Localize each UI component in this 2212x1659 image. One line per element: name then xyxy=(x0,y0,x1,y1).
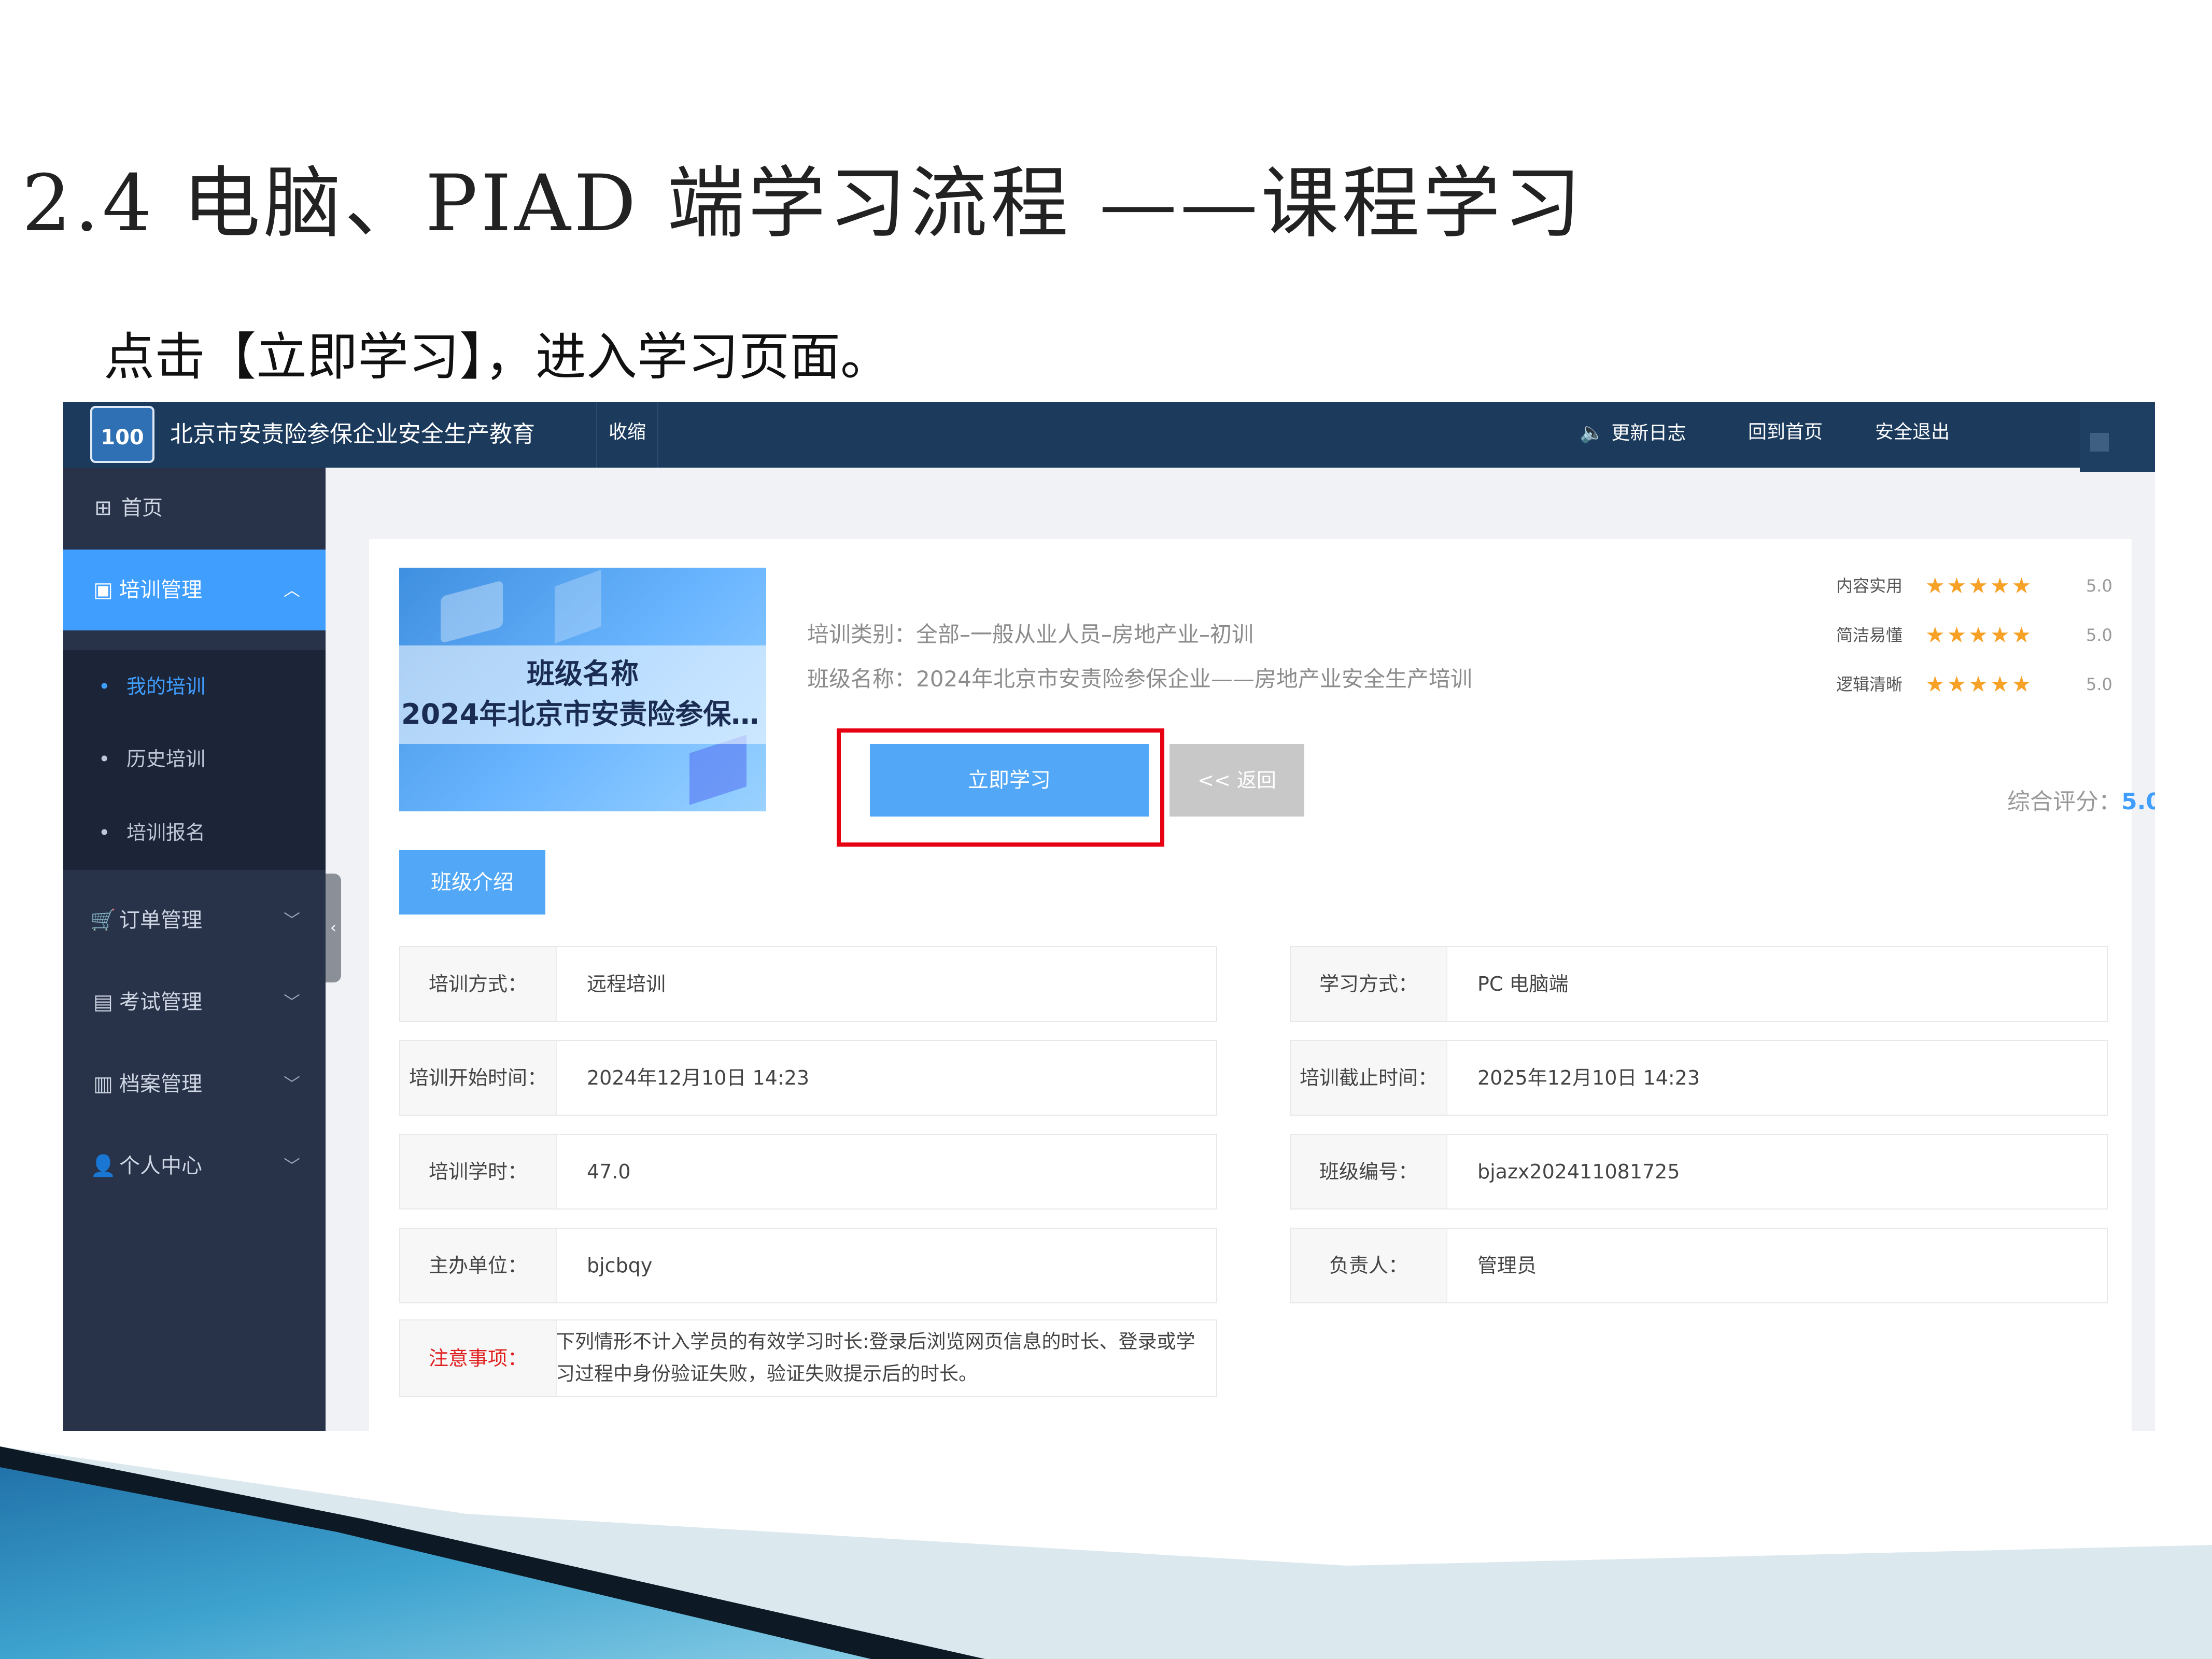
sidebar-subitem-signup[interactable]: • 培训报名 xyxy=(63,796,326,869)
video-icon: ▣ xyxy=(93,578,113,602)
person-icon: 👤 xyxy=(90,1154,116,1178)
sidebar-item-label: 首页 xyxy=(121,496,163,520)
update-log-label: 更新日志 xyxy=(1611,423,1686,444)
field-train-mode: 培训方式： 远程培训 xyxy=(399,946,1217,1022)
collapse-button[interactable]: 收缩 xyxy=(596,402,659,468)
rating-logic: 逻辑清晰 ★★★★★ 5.0 xyxy=(1836,669,2116,700)
sidebar-item-home[interactable]: ⊞ 首页 xyxy=(63,468,326,549)
chevron-up-icon: ︿ xyxy=(284,580,301,600)
app-title: 北京市安责险参保企业安全生产教育 xyxy=(170,421,535,447)
study-now-button[interactable]: 立即学习 xyxy=(870,744,1149,817)
chevron-down-icon: ﹀ xyxy=(284,992,301,1012)
grid-icon: ⊞ xyxy=(94,496,112,520)
user-icon xyxy=(2090,433,2109,452)
field-study-mode: 学习方式： PC 电脑端 xyxy=(1290,946,2108,1022)
field-class-number: 班级编号： bjazx202411081725 xyxy=(1290,1134,2108,1210)
tab-class-intro[interactable]: 班级介绍 xyxy=(399,850,545,915)
star-icons: ★★★★★ xyxy=(1925,573,2034,598)
course-thumbnail: 班级名称 2024年北京市安责险参保企业——房地产业安全生产培训 xyxy=(399,568,766,811)
speaker-icon: 🔈 xyxy=(1580,421,1604,444)
back-button[interactable]: << 返回 xyxy=(1170,744,1304,817)
sidebar-collapse-handle[interactable]: ‹ xyxy=(326,874,341,982)
overall-rating: 综合评分：5.0 xyxy=(2007,789,2155,815)
sidebar-item-label: 订单管理 xyxy=(119,908,202,932)
slide-subtitle: 点击【立即学习】，进入学习页面。 xyxy=(104,328,892,387)
star-icons: ★★★★★ xyxy=(1925,671,2034,697)
app-logo: 100 xyxy=(90,406,154,463)
class-name: 班级名称：2024年北京市安责险参保企业——房地产业安全生产培训 xyxy=(807,666,1472,692)
field-organizer: 主办单位： bjcbqy xyxy=(399,1228,1217,1303)
sidebar-item-training[interactable]: ▣ 培训管理 ︿ xyxy=(63,550,326,630)
sidebar-item-exams[interactable]: ▤ 考试管理 ﹀ xyxy=(63,962,326,1043)
archive-icon: ▥ xyxy=(93,1072,113,1096)
sidebar-item-label: 培训管理 xyxy=(119,578,202,602)
sidebar-item-personal[interactable]: 👤 个人中心 ﹀ xyxy=(63,1126,326,1206)
field-hours: 培训学时： 47.0 xyxy=(399,1134,1217,1210)
star-icons: ★★★★★ xyxy=(1925,622,2034,648)
chevron-left-icon: ‹ xyxy=(330,919,336,937)
sidebar-subitem-my-training[interactable]: • 我的培训 xyxy=(63,650,326,723)
field-end-time: 培训截止时间： 2025年12月10日 14:23 xyxy=(1290,1040,2108,1116)
sidebar-subitem-history[interactable]: • 历史培训 xyxy=(63,723,326,795)
field-manager: 负责人： 管理员 xyxy=(1290,1228,2108,1303)
chevron-down-icon: ﹀ xyxy=(284,1156,301,1176)
field-notice: 注意事项： 下列情形不计入学员的有效学习时长:登录后浏览网页信息的时长、登录或学… xyxy=(399,1319,1217,1397)
top-header: 100 北京市安责险参保企业安全生产教育 收缩 🔈 更新日志 回到首页 安全退出 xyxy=(63,402,2155,472)
training-category: 培训类别：全部–一般从业人员–房地产业–初训 xyxy=(807,622,1254,647)
thumbnail-title: 班级名称 xyxy=(527,657,639,690)
sidebar: ⊞ 首页 ▣ 培训管理 ︿ • 我的培训 • 历史培训 • 培训报名 🛒 订单管理 ﹀… xyxy=(63,468,326,1431)
chevron-down-icon: ﹀ xyxy=(284,1074,301,1094)
update-log-link[interactable]: 🔈 更新日志 xyxy=(1580,402,1686,464)
chevron-down-icon: ﹀ xyxy=(284,910,301,930)
thumbnail-subtitle: 2024年北京市安责险参保企业——房地产业安全生产培训 xyxy=(401,698,764,730)
exam-icon: ▤ xyxy=(93,990,113,1014)
rating-clarity: 简洁易懂 ★★★★★ 5.0 xyxy=(1836,620,2116,651)
slide-title: 2.4 电脑、PIAD 端学习流程 ——课程学习 xyxy=(22,159,1585,249)
sidebar-item-archives[interactable]: ▥ 档案管理 ﹀ xyxy=(63,1044,326,1124)
sidebar-item-orders[interactable]: 🛒 订单管理 ﹀ xyxy=(63,880,326,961)
sidebar-item-label: 个人中心 xyxy=(119,1154,202,1178)
course-card: 班级名称 2024年北京市安责险参保企业——房地产业安全生产培训 培训类别：全部… xyxy=(369,539,2155,1431)
app-screenshot: 100 北京市安责险参保企业安全生产教育 收缩 🔈 更新日志 回到首页 安全退出 … xyxy=(63,402,2155,1431)
sidebar-item-label: 档案管理 xyxy=(119,1072,202,1096)
training-submenu: • 我的培训 • 历史培训 • 培训报名 xyxy=(63,650,326,870)
cart-icon: 🛒 xyxy=(90,908,116,932)
field-start-time: 培训开始时间： 2024年12月10日 14:23 xyxy=(399,1040,1217,1116)
rating-practical: 内容实用 ★★★★★ 5.0 xyxy=(1836,570,2116,601)
sidebar-item-label: 考试管理 xyxy=(119,990,202,1014)
user-avatar[interactable] xyxy=(2080,402,2155,472)
back-home-link[interactable]: 回到首页 xyxy=(1748,402,1823,463)
logout-link[interactable]: 安全退出 xyxy=(1875,402,1950,463)
